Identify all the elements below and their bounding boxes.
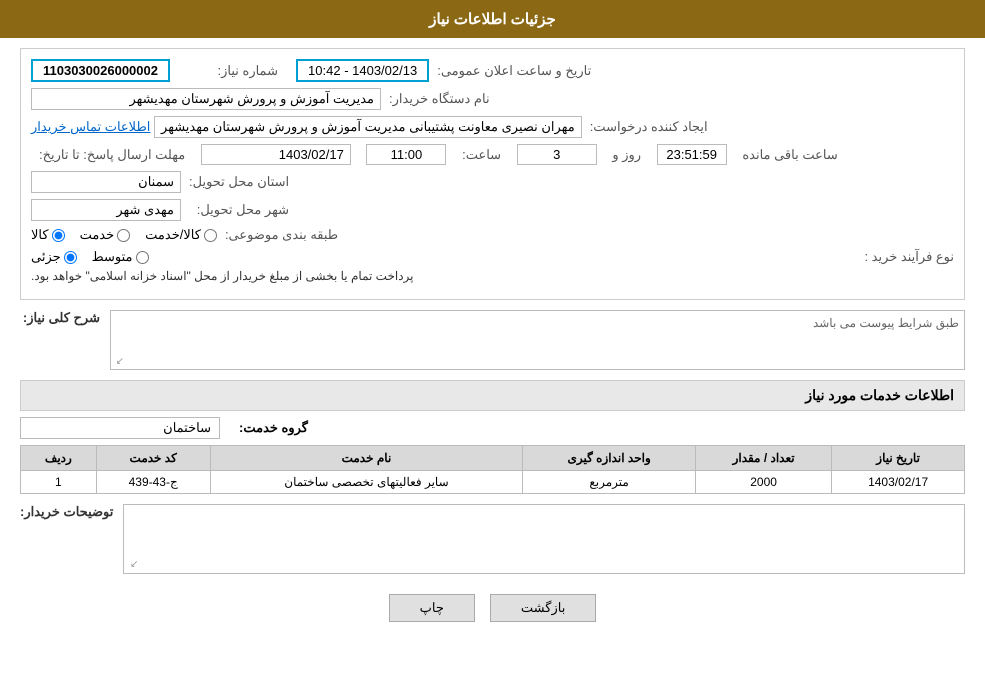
mohlet-date: 1403/02/17 <box>201 144 351 165</box>
radio-jezee-item[interactable]: جزئی <box>31 249 77 265</box>
col-tedad: تعداد / مقدار <box>695 446 831 471</box>
tawzih-section: ↙ توضیحات خریدار: <box>20 504 965 574</box>
col-nam: نام خدمت <box>210 446 523 471</box>
tarikh-aalan-label: تاریخ و ساعت اعلان عمومی: <box>437 63 591 79</box>
col-radif: ردیف <box>21 446 97 471</box>
button-row: بازگشت چاپ <box>20 584 965 632</box>
sharh-box: طبق شرایط پیوست می باشد ↙ <box>110 310 965 370</box>
col-kod: کد خدمت <box>96 446 210 471</box>
radio-khedmat[interactable] <box>117 229 130 242</box>
tawzih-label: توضیحات خریدار: <box>20 504 113 520</box>
sharh-section: طبق شرایط پیوست می باشد ↙ شرح کلی نیاز: <box>20 310 965 370</box>
cell-nam: سایر فعالیتهای تخصصی ساختمان <box>210 471 523 494</box>
cell-vahed: مترمربع <box>523 471 696 494</box>
cell-radif: 1 <box>21 471 97 494</box>
page-header: جزئیات اطلاعات نیاز <box>0 0 985 38</box>
farayand-radio-group: متوسط جزئی <box>31 249 149 265</box>
radio-jezee-label: جزئی <box>31 249 61 265</box>
tabaqe-radio-group: کالا/خدمت خدمت کالا <box>31 227 217 243</box>
mohlet-label: مهلت ارسال پاسخ: تا تاریخ: <box>39 147 185 163</box>
radio-kala-label: کالا <box>31 227 49 243</box>
content-area: تاریخ و ساعت اعلان عمومی: 1403/02/13 - 1… <box>0 38 985 642</box>
shahr-value: مهدی شهر <box>31 199 181 221</box>
nam-dastgah-value: مدیریت آموزش و پرورش شهرستان مهدیشهر <box>31 88 381 110</box>
ostan-label: استان محل تحویل: <box>189 174 289 190</box>
mohlet-roz: 3 <box>517 144 597 165</box>
sharh-label: شرح کلی نیاز: <box>20 310 100 326</box>
radio-jezee[interactable] <box>64 251 77 264</box>
gorohe-khedmat-label: گروه خدمت: <box>228 420 308 436</box>
radio-khedmat-item[interactable]: خدمت <box>80 227 131 243</box>
mohlet-countdown-label: ساعت باقی مانده <box>742 147 837 163</box>
back-button[interactable]: بازگشت <box>490 594 596 622</box>
shahr-row: شهر محل تحویل: مهدی شهر <box>31 199 954 221</box>
cell-kod: ج-43-439 <box>96 471 210 494</box>
ijad-row: ایجاد کننده درخواست: مهران نصیری معاونت … <box>31 116 954 138</box>
radio-kala-khedmat[interactable] <box>204 229 217 242</box>
radio-motawaset[interactable] <box>136 251 149 264</box>
process-note: پرداخت تمام یا بخشی از مبلغ خریدار از مح… <box>31 269 414 283</box>
table-row: 1403/02/17 2000 مترمربع سایر فعالیتهای ت… <box>21 471 965 494</box>
ijad-konande-label: ایجاد کننده درخواست: <box>590 119 708 135</box>
cell-tarikh: 1403/02/17 <box>832 471 965 494</box>
ijad-konande-value: مهران نصیری معاونت پشتیبانی مدیریت آموزش… <box>154 116 582 138</box>
mohlet-countdown: 23:51:59 <box>657 144 727 165</box>
tabaqe-label: طبقه بندی موضوعی: <box>225 227 338 243</box>
radio-kala-item[interactable]: کالا <box>31 227 65 243</box>
shahr-label: شهر محل تحویل: <box>189 202 289 218</box>
radio-motawaset-label: متوسط <box>92 249 133 265</box>
resize-handle[interactable]: ↙ <box>112 356 124 368</box>
noea-farayand-row: نوع فرآیند خرید : متوسط جزئی پرداخت تمام… <box>31 249 954 283</box>
mohlet-roz-label: روز و <box>612 147 641 163</box>
col-tarikh: تاریخ نیاز <box>832 446 965 471</box>
mohlet-row: ساعت باقی مانده 23:51:59 روز و 3 ساعت: 1… <box>31 144 954 165</box>
page-wrapper: جزئیات اطلاعات نیاز تاریخ و ساعت اعلان ع… <box>0 0 985 691</box>
services-table: تاریخ نیاز تعداد / مقدار واحد اندازه گیر… <box>20 445 965 494</box>
nam-dastgah-row: نام دستگاه خریدار: مدیریت آموزش و پرورش … <box>31 88 954 110</box>
radio-kala[interactable] <box>52 229 65 242</box>
gorohe-khedmat-value: ساختمان <box>20 417 220 439</box>
col-vahed: واحد اندازه گیری <box>523 446 696 471</box>
radio-motawaset-item[interactable]: متوسط <box>92 249 149 265</box>
radio-kala-khedmat-item[interactable]: کالا/خدمت <box>145 227 217 243</box>
radio-khedmat-label: خدمت <box>80 227 115 243</box>
shomara-niaz-value: 1103030026000002 <box>31 59 170 82</box>
shomara-row: تاریخ و ساعت اعلان عمومی: 1403/02/13 - 1… <box>31 59 954 82</box>
nam-dastgah-label: نام دستگاه خریدار: <box>389 91 490 107</box>
radio-kala-khedmat-label: کالا/خدمت <box>145 227 201 243</box>
print-button[interactable]: چاپ <box>389 594 475 622</box>
sharh-value: طبق شرایط پیوست می باشد <box>813 316 959 330</box>
aetilaat-link[interactable]: اطلاعات تماس خریدار <box>31 119 150 135</box>
ostan-row: استان محل تحویل: سمنان <box>31 171 954 193</box>
tarikh-aalan-value: 1403/02/13 - 10:42 <box>296 59 429 82</box>
tawzih-box: ↙ <box>123 504 965 574</box>
ostan-value: سمنان <box>31 171 181 193</box>
services-section-title: اطلاعات خدمات مورد نیاز <box>20 380 965 411</box>
noea-farayand-label: نوع فرآیند خرید : <box>854 249 954 265</box>
gorohe-khedmat-row: گروه خدمت: ساختمان <box>20 417 965 439</box>
tawzih-resize-handle[interactable]: ↙ <box>126 559 138 571</box>
sharh-box-wrapper: طبق شرایط پیوست می باشد ↙ <box>110 310 965 370</box>
shomara-niaz-label: شماره نیاز: <box>178 63 278 79</box>
cell-tedad: 2000 <box>695 471 831 494</box>
mohlet-time-label: ساعت: <box>462 147 501 163</box>
mohlet-time: 11:00 <box>366 144 446 165</box>
tabaqe-row: طبقه بندی موضوعی: کالا/خدمت خدمت کالا <box>31 227 954 243</box>
page-title: جزئیات اطلاعات نیاز <box>429 11 556 28</box>
main-form-section: تاریخ و ساعت اعلان عمومی: 1403/02/13 - 1… <box>20 48 965 300</box>
